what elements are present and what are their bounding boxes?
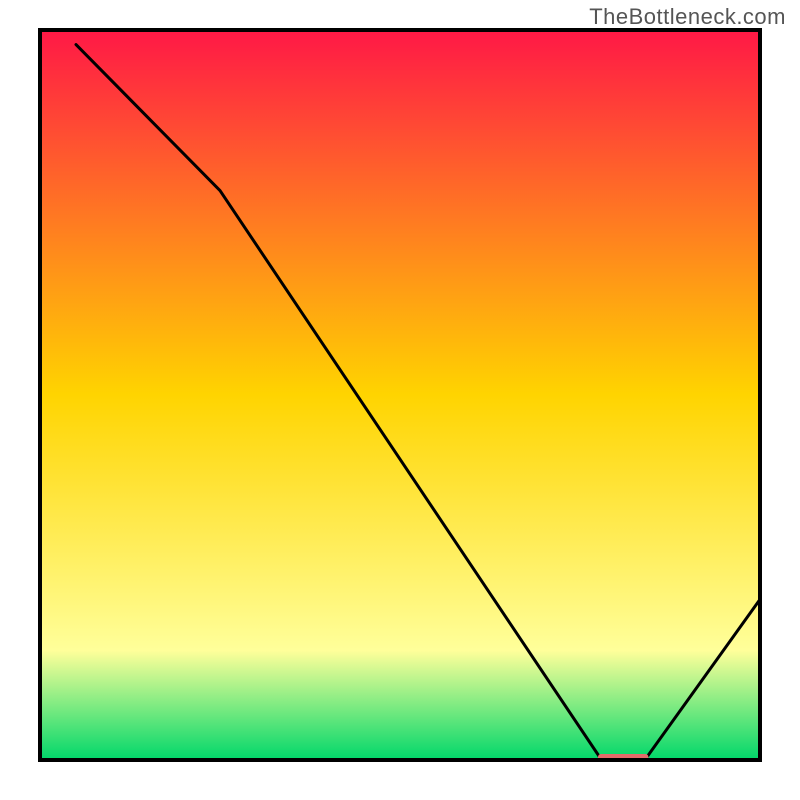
plot-area	[40, 30, 760, 762]
watermark-label: TheBottleneck.com	[589, 4, 786, 30]
gradient-background	[40, 30, 760, 760]
chart-canvas	[0, 0, 800, 800]
bottleneck-chart: TheBottleneck.com	[0, 0, 800, 800]
